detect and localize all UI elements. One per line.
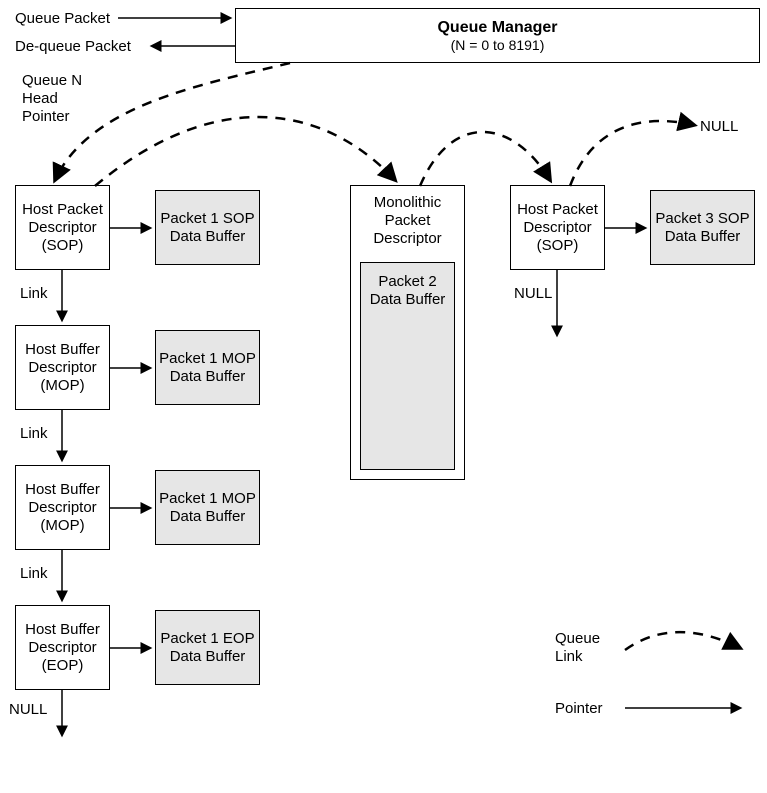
legend-queue-link-label: Queue Link [555, 630, 600, 666]
monolithic-packet-descriptor-label: Monolithic Packet Descriptor [373, 194, 441, 248]
queue-link-2 [420, 132, 550, 186]
null-label-col1: NULL [9, 701, 47, 719]
legend-pointer-label: Pointer [555, 700, 603, 718]
queue-manager-subtitle: (N = 0 to 8191) [451, 37, 545, 54]
legend-queue-link-arrow [625, 632, 740, 650]
null-label-col3: NULL [514, 285, 552, 303]
packet-2-data-buffer: Packet 2 Data Buffer [360, 262, 455, 470]
packet-1-sop-buffer: Packet 1 SOP Data Buffer [155, 190, 260, 265]
host-buffer-descriptor-mop-2: Host Buffer Descriptor (MOP) [15, 465, 110, 550]
host-packet-descriptor-sop-1: Host Packet Descriptor (SOP) [15, 185, 110, 270]
dequeue-packet-label: De-queue Packet [15, 38, 131, 56]
host-packet-descriptor-sop-3: Host Packet Descriptor (SOP) [510, 185, 605, 270]
queue-link-3 [570, 121, 694, 186]
packet-1-mop-buffer-1: Packet 1 MOP Data Buffer [155, 330, 260, 405]
link-label-1: Link [20, 285, 48, 303]
queue-manager-title: Queue Manager [437, 18, 557, 37]
head-pointer-label: Queue N Head Pointer [22, 72, 82, 126]
packet-3-sop-buffer: Packet 3 SOP Data Buffer [650, 190, 755, 265]
null-label-top: NULL [700, 118, 738, 136]
queue-manager: Queue Manager (N = 0 to 8191) [235, 8, 760, 63]
queue-link-1 [95, 117, 395, 186]
link-label-2: Link [20, 425, 48, 443]
link-label-3: Link [20, 565, 48, 583]
head-pointer-curve [55, 63, 290, 180]
queue-packet-label: Queue Packet [15, 10, 110, 28]
packet-1-mop-buffer-2: Packet 1 MOP Data Buffer [155, 470, 260, 545]
host-buffer-descriptor-eop: Host Buffer Descriptor (EOP) [15, 605, 110, 690]
host-buffer-descriptor-mop-1: Host Buffer Descriptor (MOP) [15, 325, 110, 410]
packet-1-eop-buffer: Packet 1 EOP Data Buffer [155, 610, 260, 685]
